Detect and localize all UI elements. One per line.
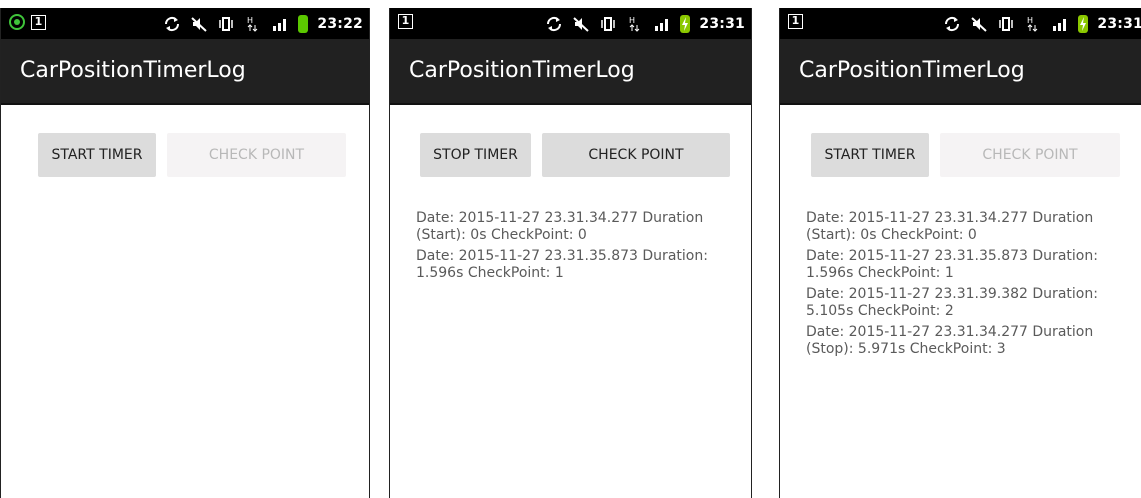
battery-charging-icon [680,14,691,33]
check-point-button[interactable]: CHECK POINT [542,133,730,177]
log-entry: Date: 2015-11-27 23.31.35.873 Duration: … [416,248,708,281]
start-timer-button[interactable]: START TIMER [811,133,929,177]
check-point-button: CHECK POINT [940,133,1120,177]
vibrate-icon [999,16,1014,31]
log-entry: Date: 2015-11-27 23.31.34.277 Duration (… [416,210,704,243]
signal-icon [655,18,669,31]
signal-icon [1053,18,1067,31]
phone-screen-3: 1 H 23:31 CarPositionTimerLog START TIME… [779,8,1141,498]
app-title: CarPositionTimerLog [780,39,1141,105]
battery-icon [298,14,309,33]
vibrate-icon [219,16,234,31]
hspa-icon: H [1027,16,1038,32]
check-point-button: CHECK POINT [167,133,346,177]
start-timer-button[interactable]: START TIMER [38,133,156,177]
mute-icon [971,16,988,32]
svg-text:H: H [1027,16,1033,25]
stop-timer-button[interactable]: STOP TIMER [420,133,531,177]
hspa-icon: H [247,16,258,32]
hspa-icon: H [629,16,640,32]
whatsapp-icon [9,14,25,30]
svg-text:H: H [629,16,635,25]
app-title: CarPositionTimerLog [1,39,369,105]
battery-charging-icon [1078,14,1089,33]
phone-screen-2: 1 H 23:31 CarPositionTimerLog STOP TIMER… [389,8,752,498]
clock: 23:22 [317,15,363,32]
clock: 23:31 [699,15,745,32]
notification-icon: 1 [398,14,413,29]
status-bar: 1 H 23:31 [780,8,1141,39]
log-entry: Date: 2015-11-27 23.31.34.277 Duration (… [806,210,1094,243]
notification-icon: 1 [31,14,46,30]
app-title: CarPositionTimerLog [390,39,751,105]
svg-text:H: H [247,16,253,25]
clock: 23:31 [1097,15,1141,32]
sync-icon [165,16,180,31]
mute-icon [191,16,208,32]
status-bar: 1 H 23:31 [390,8,751,39]
notification-icon: 1 [788,14,803,29]
log-entry: Date: 2015-11-27 23.31.39.382 Duration: … [806,286,1098,319]
signal-icon [273,18,287,31]
log-entry: Date: 2015-11-27 23.31.35.873 Duration: … [806,248,1098,281]
mute-icon [573,16,590,32]
status-bar: 1 H 23:22 [1,8,369,39]
vibrate-icon [601,16,616,31]
sync-icon [945,16,960,31]
sync-icon [547,16,562,31]
phone-screen-1: 1 H 23:22 CarPositionTimerLog START TIME… [0,8,370,498]
log-entry: Date: 2015-11-27 23.31.34.277 Duration (… [806,324,1094,357]
log-list: Date: 2015-11-27 23.31.34.277 Duration (… [806,210,1131,362]
log-list: Date: 2015-11-27 23.31.34.277 Duration (… [416,210,741,286]
